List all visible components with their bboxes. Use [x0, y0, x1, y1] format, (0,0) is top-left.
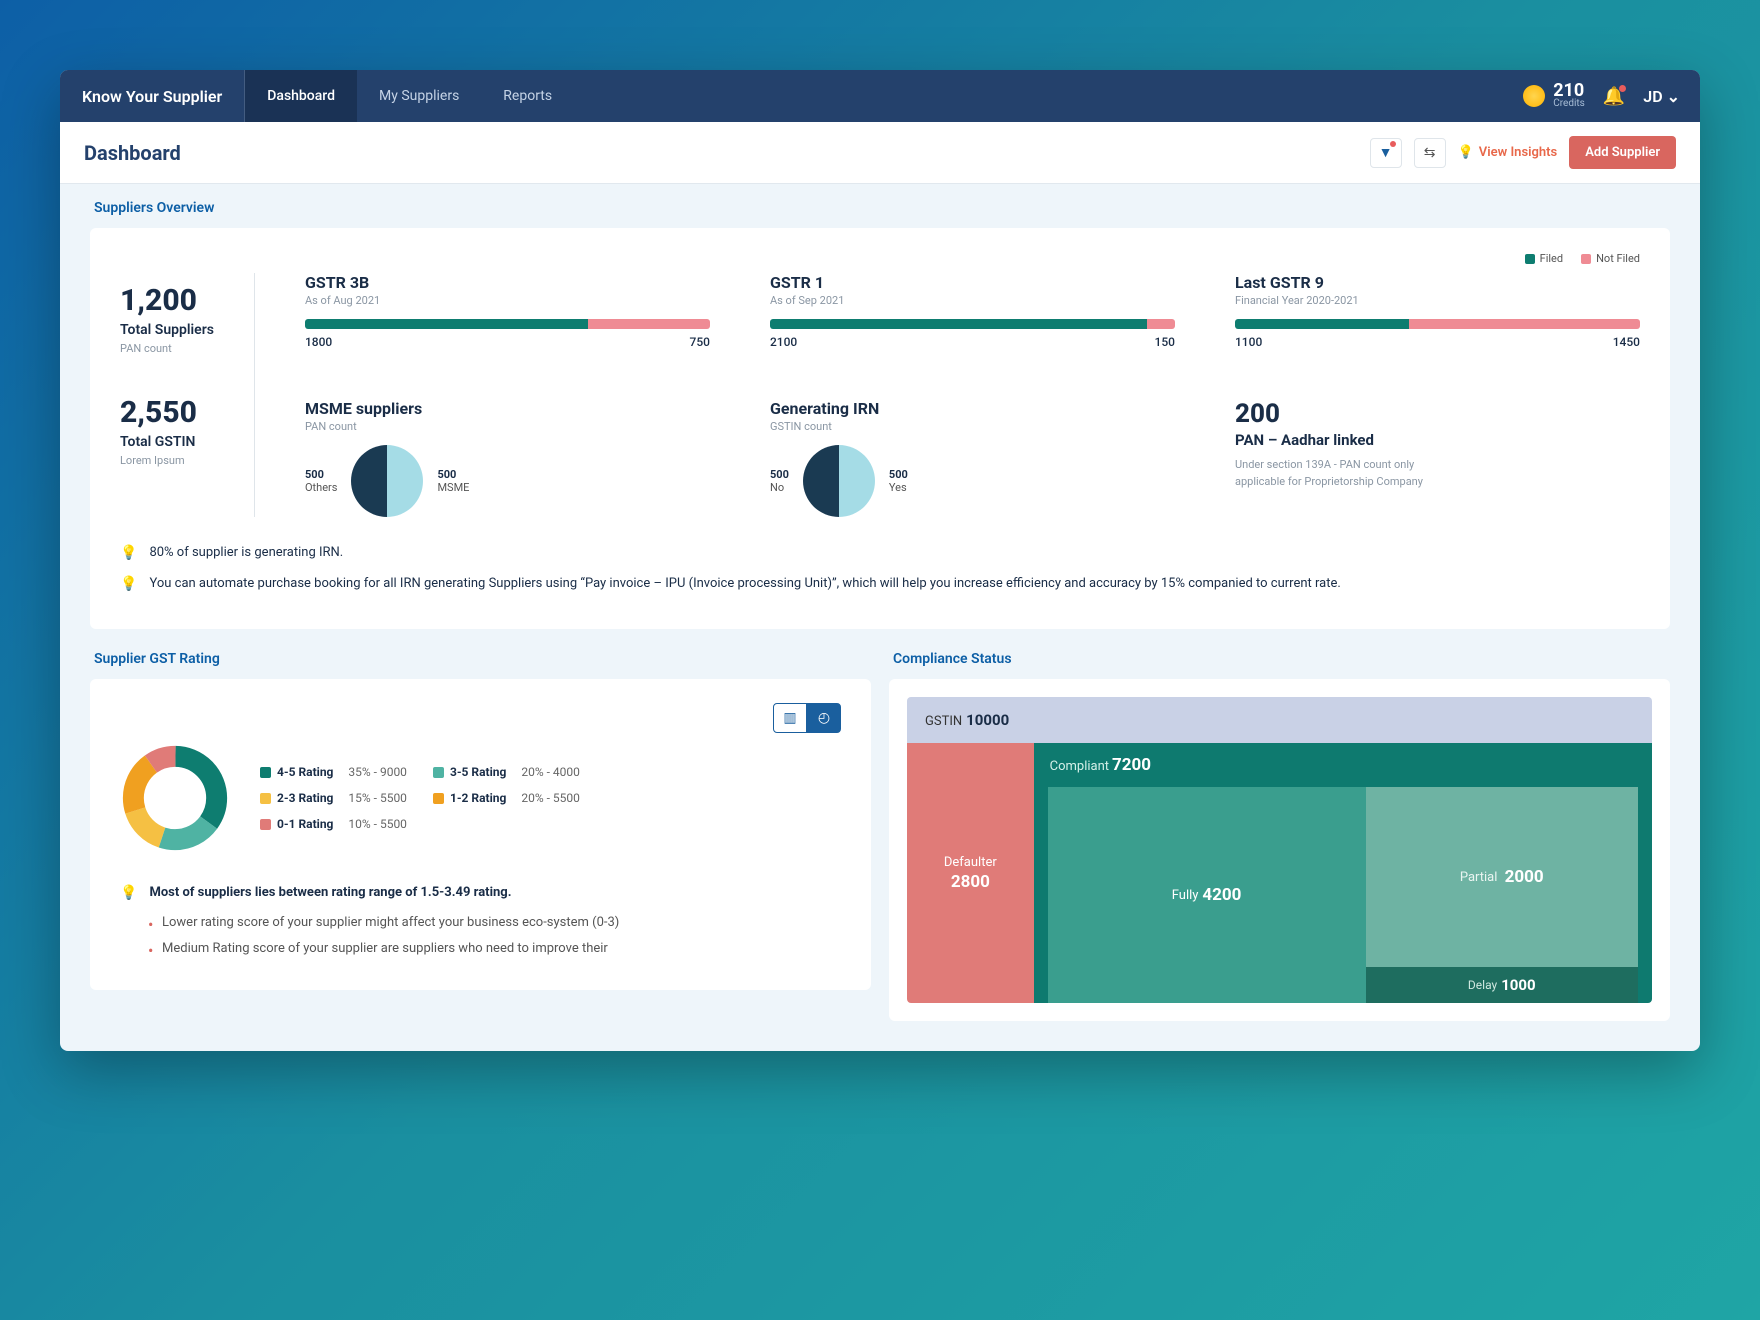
gstr3b-bar	[305, 319, 710, 329]
aadhar-linked: 200 PAN – Aadhar linked Under section 13…	[1235, 399, 1640, 517]
bulb-icon: 💡	[120, 883, 137, 904]
bar-chart-toggle[interactable]: ▥	[773, 703, 807, 733]
filed-swatch	[1525, 254, 1535, 264]
top-right: 210 Credits 🔔 JD ⌄	[1523, 80, 1700, 112]
partial-node[interactable]: Partial 2000	[1366, 787, 1638, 967]
delay-node[interactable]: Delay1000	[1366, 967, 1638, 1003]
msme-pie	[351, 445, 423, 517]
compliance-title: Compliance Status	[893, 651, 1670, 667]
credits-label: Credits	[1553, 98, 1585, 109]
irn-pie	[803, 445, 875, 517]
gstr9-metric: Last GSTR 9 Financial Year 2020-2021 110…	[1235, 273, 1640, 349]
pie-chart-toggle[interactable]: ◴	[807, 703, 841, 733]
total-gstin-stat: 2,550 Total GSTIN Lorem Ipsum	[120, 395, 214, 467]
bar-chart-icon: ▥	[783, 710, 796, 726]
overview-title: Suppliers Overview	[94, 200, 1670, 216]
filter-button[interactable]: ▼	[1370, 138, 1402, 168]
defaulter-node[interactable]: Defaulter2800	[907, 743, 1034, 1003]
compliance-treemap: GSTIN10000 Defaulter2800 Compliant7200 F…	[907, 697, 1652, 1003]
metric-grid: GSTR 3B As of Aug 2021 1800750 GSTR 1 As…	[305, 273, 1640, 517]
irn-metric: Generating IRN GSTIN count 500No 500Yes	[770, 399, 1175, 517]
not-filed-swatch	[1581, 254, 1591, 264]
nav-tabs: Dashboard My Suppliers Reports	[245, 70, 574, 122]
rating-insights: 💡Most of suppliers lies between rating r…	[120, 883, 841, 958]
toggle-button[interactable]: ⇆	[1414, 138, 1446, 168]
gstr3b-metric: GSTR 3B As of Aug 2021 1800750	[305, 273, 710, 349]
tab-dashboard[interactable]: Dashboard	[245, 70, 357, 122]
tab-my-suppliers[interactable]: My Suppliers	[357, 70, 481, 122]
app-window: Know Your Supplier Dashboard My Supplier…	[60, 70, 1700, 1051]
rating-title: Supplier GST Rating	[94, 651, 871, 667]
bulb-icon: 💡	[1458, 145, 1474, 160]
coin-icon	[1523, 85, 1545, 107]
toggle-icon: ⇆	[1424, 145, 1436, 161]
add-supplier-button[interactable]: Add Supplier	[1569, 136, 1676, 169]
credits[interactable]: 210 Credits	[1523, 80, 1585, 112]
bulb-icon: 💡	[120, 543, 137, 564]
rating-bullet: Medium Rating score of your supplier are…	[148, 940, 841, 958]
overview-insights: 💡80% of supplier is generating IRN. 💡You…	[120, 543, 1640, 595]
page-title: Dashboard	[84, 141, 181, 165]
fully-node[interactable]: Fully4200	[1048, 787, 1366, 1003]
gstr1-bar	[770, 319, 1175, 329]
rating-bullet: Lower rating score of your supplier migh…	[148, 914, 841, 932]
stat-column: 1,200 Total Suppliers PAN count 2,550 To…	[120, 273, 255, 517]
compliance-card: GSTIN10000 Defaulter2800 Compliant7200 F…	[889, 679, 1670, 1021]
view-insights-link[interactable]: 💡View Insights	[1458, 145, 1558, 160]
sub-header-actions: ▼ ⇆ 💡View Insights Add Supplier	[1370, 136, 1676, 169]
pie-chart-icon: ◴	[818, 710, 830, 726]
filter-icon: ▼	[1379, 144, 1393, 161]
sub-header: Dashboard ▼ ⇆ 💡View Insights Add Supplie…	[60, 122, 1700, 184]
second-row: Supplier GST Rating ▥ ◴	[90, 651, 1670, 1021]
total-suppliers-stat: 1,200 Total Suppliers PAN count	[120, 283, 214, 355]
rating-legend: 4-5 Rating 35% - 9000 3-5 Rating 20% - 4…	[260, 765, 580, 831]
user-menu[interactable]: JD ⌄	[1643, 87, 1680, 106]
compliant-node[interactable]: Compliant7200 Fully4200 Partial 2000 Del…	[1034, 743, 1652, 1003]
bell-icon[interactable]: 🔔	[1603, 86, 1625, 107]
chart-toggle: ▥ ◴	[120, 703, 841, 733]
rating-donut	[120, 743, 230, 853]
top-nav: Know Your Supplier Dashboard My Supplier…	[60, 70, 1700, 122]
gstr1-metric: GSTR 1 As of Sep 2021 2100150	[770, 273, 1175, 349]
treemap-header: GSTIN10000	[907, 697, 1652, 743]
bulb-icon: 💡	[120, 574, 137, 595]
gstr9-bar	[1235, 319, 1640, 329]
brand: Know Your Supplier	[60, 70, 245, 122]
tab-reports[interactable]: Reports	[481, 70, 574, 122]
overview-card: Filed Not Filed 1,200 Total Suppliers PA…	[90, 228, 1670, 629]
content: Suppliers Overview Filed Not Filed 1,200…	[60, 184, 1700, 1051]
rating-card: ▥ ◴ 4-5 Rating 35% - 9000	[90, 679, 871, 990]
filed-legend: Filed Not Filed	[120, 252, 1640, 265]
msme-metric: MSME suppliers PAN count 500Others 500MS…	[305, 399, 710, 517]
